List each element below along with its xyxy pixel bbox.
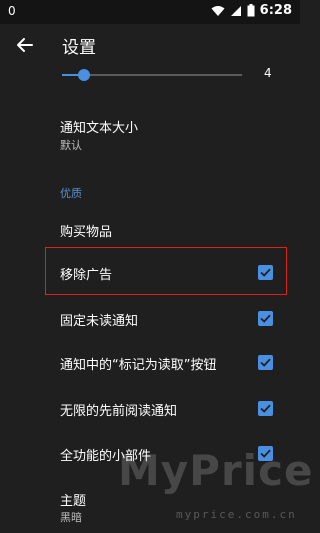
slider-thumb[interactable] (77, 69, 90, 81)
signal-icon (230, 5, 241, 16)
status-right: 6:28 (211, 3, 292, 18)
setting-subtitle: 默认 (60, 139, 82, 152)
text-size-slider[interactable]: 4 (0, 66, 300, 84)
watermark-brand: MyPrice (118, 446, 314, 495)
highlight-box (45, 247, 287, 295)
checkmark-icon (260, 314, 271, 323)
battery-icon (247, 4, 255, 17)
watermark-url: myprice.com.cn (176, 508, 297, 521)
page-title: 设置 (62, 38, 96, 58)
setting-title: 购买物品 (60, 225, 113, 240)
status-left-indicator: 0 (8, 4, 16, 18)
status-time: 6:28 (259, 3, 292, 18)
setting-subtitle: 黑暗 (60, 511, 82, 524)
status-bar: 0 6:28 (0, 0, 300, 24)
unlimited-history-checkbox[interactable] (258, 401, 273, 416)
setting-title: 主题 (60, 494, 87, 509)
mark-read-checkbox[interactable] (258, 355, 273, 370)
slider-value: 4 (264, 66, 272, 80)
setting-title: 通知文本大小 (60, 121, 139, 136)
setting-purchase-items[interactable]: 购买物品 (0, 210, 300, 246)
setting-pin-unread[interactable]: 固定未读通知 (0, 300, 300, 336)
setting-title: 无限的先前阅读通知 (60, 404, 178, 419)
toolbar: 设置 (0, 24, 300, 66)
back-arrow-icon[interactable] (14, 34, 36, 56)
setting-mark-read-button[interactable]: 通知中的“标记为读取”按钮 (0, 344, 300, 380)
pin-unread-checkbox[interactable] (258, 311, 273, 326)
setting-title: 固定未读通知 (60, 314, 139, 329)
checkmark-icon (260, 404, 271, 413)
section-header-premium: 优质 (60, 187, 82, 200)
setting-unlimited-history[interactable]: 无限的先前阅读通知 (0, 390, 300, 426)
setting-title: 通知中的“标记为读取”按钮 (60, 358, 217, 373)
checkmark-icon (260, 358, 271, 367)
setting-notification-text-size[interactable]: 通知文本大小 默认 (0, 110, 300, 155)
wifi-icon (211, 5, 225, 16)
